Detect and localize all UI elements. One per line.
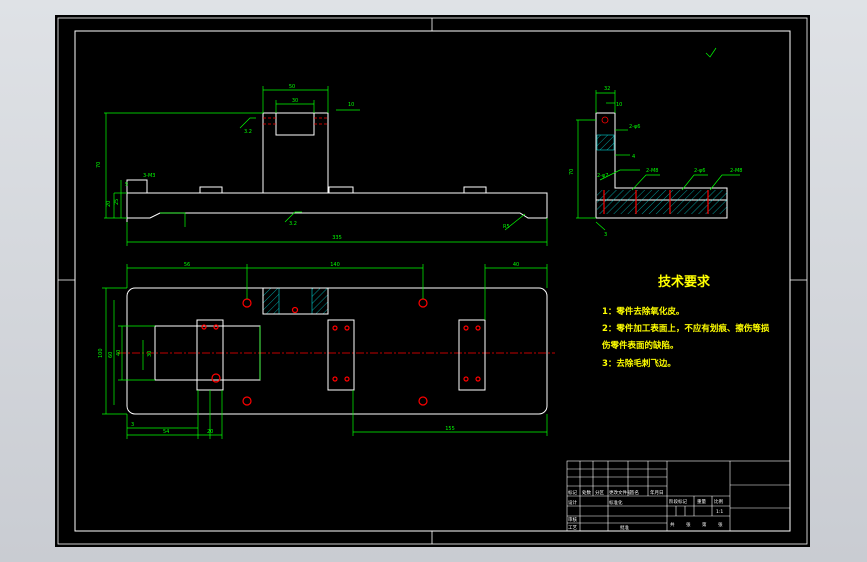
tb-scale: 比例: [714, 498, 723, 505]
side-left-hole: 2-φ7: [597, 173, 608, 179]
top-dim-bottom-a: 54: [163, 429, 169, 435]
tb-standard: 标准化: [609, 499, 623, 506]
tb-sheet-1: 张: [686, 521, 691, 528]
tb-scale-value: 1:1: [716, 509, 723, 515]
dim-left-a: 20: [106, 201, 112, 207]
top-dim-height-total: 100: [98, 348, 104, 358]
side-hole-b: 2-M8: [646, 168, 658, 174]
tb-number: 第: [702, 521, 707, 528]
top-dim-bottom-c: 3: [131, 422, 134, 428]
top-dim-inner-b: 40: [116, 350, 122, 356]
tb-sheet-2: 张: [718, 521, 723, 528]
tb-count: 处数: [582, 489, 591, 496]
dim-left-b: 25: [114, 199, 120, 205]
tb-review: 审核: [568, 516, 577, 523]
dim-radius: R5: [503, 224, 510, 230]
drawing-canvas[interactable]: 50 30 10 70 20 25 5 3-M3 335 3.2 3.2 R5: [0, 0, 867, 562]
tb-process: 工艺: [568, 525, 577, 531]
dim-hole-label: 3-M3: [143, 173, 155, 179]
side-hole-c: 2-φ6: [694, 168, 705, 174]
side-hole-a: 2-φ6: [629, 124, 640, 130]
tb-sign: 签名: [630, 489, 639, 496]
top-dim-middle-span: 140: [330, 262, 340, 268]
tech-line-2: 2：零件加工表面上，不应有划痕、擦伤等损: [602, 323, 770, 334]
top-dim-left-offset: 56: [184, 262, 190, 268]
roughness-1: 3.2: [244, 129, 252, 135]
dim-length-total: 335: [332, 235, 342, 241]
tech-line-3: 伤零件表面的缺陷。: [601, 340, 679, 351]
side-dim-bottom: 3: [604, 232, 607, 238]
dim-angle-top: 10: [348, 102, 354, 108]
tb-mark: 标记: [568, 489, 577, 496]
top-dim-inner-c: 30: [147, 351, 153, 357]
dim-top-width: 50: [289, 84, 295, 90]
tb-design: 设计: [568, 499, 577, 506]
tb-approve: 批准: [620, 524, 629, 531]
top-dim-inner-a: 60: [108, 352, 114, 358]
tech-line-1: 1：零件去除氧化皮。: [602, 306, 684, 317]
tb-change-doc: 更改文件号: [609, 489, 632, 496]
tb-stage: 阶段标记: [669, 498, 687, 505]
side-dim-offset: 10: [616, 102, 622, 108]
roughness-2: 3.2: [289, 221, 297, 227]
tb-date: 年月日: [650, 489, 664, 496]
top-dim-bottom-span: 155: [445, 426, 455, 432]
side-hole-d: 2-M8: [730, 168, 742, 174]
tech-line-4: 3：去除毛刺飞边。: [602, 358, 676, 369]
dim-left-c: 5: [125, 182, 128, 188]
top-dim-bottom-b: 20: [207, 429, 213, 435]
side-notch: 4: [632, 154, 635, 160]
tb-zone: 分区: [595, 489, 604, 496]
side-dim-height: 70: [569, 169, 575, 175]
tb-weight: 重量: [697, 498, 706, 505]
dim-height-total: 70: [96, 162, 102, 168]
side-dim-top: 32: [604, 86, 610, 92]
dim-slot-width: 30: [292, 98, 298, 104]
cad-viewport: 50 30 10 70 20 25 5 3-M3 335 3.2 3.2 R5: [0, 0, 867, 562]
tb-total: 共: [670, 521, 675, 528]
top-dim-right-offset: 40: [513, 262, 519, 268]
tech-title: 技术要求: [658, 274, 711, 290]
